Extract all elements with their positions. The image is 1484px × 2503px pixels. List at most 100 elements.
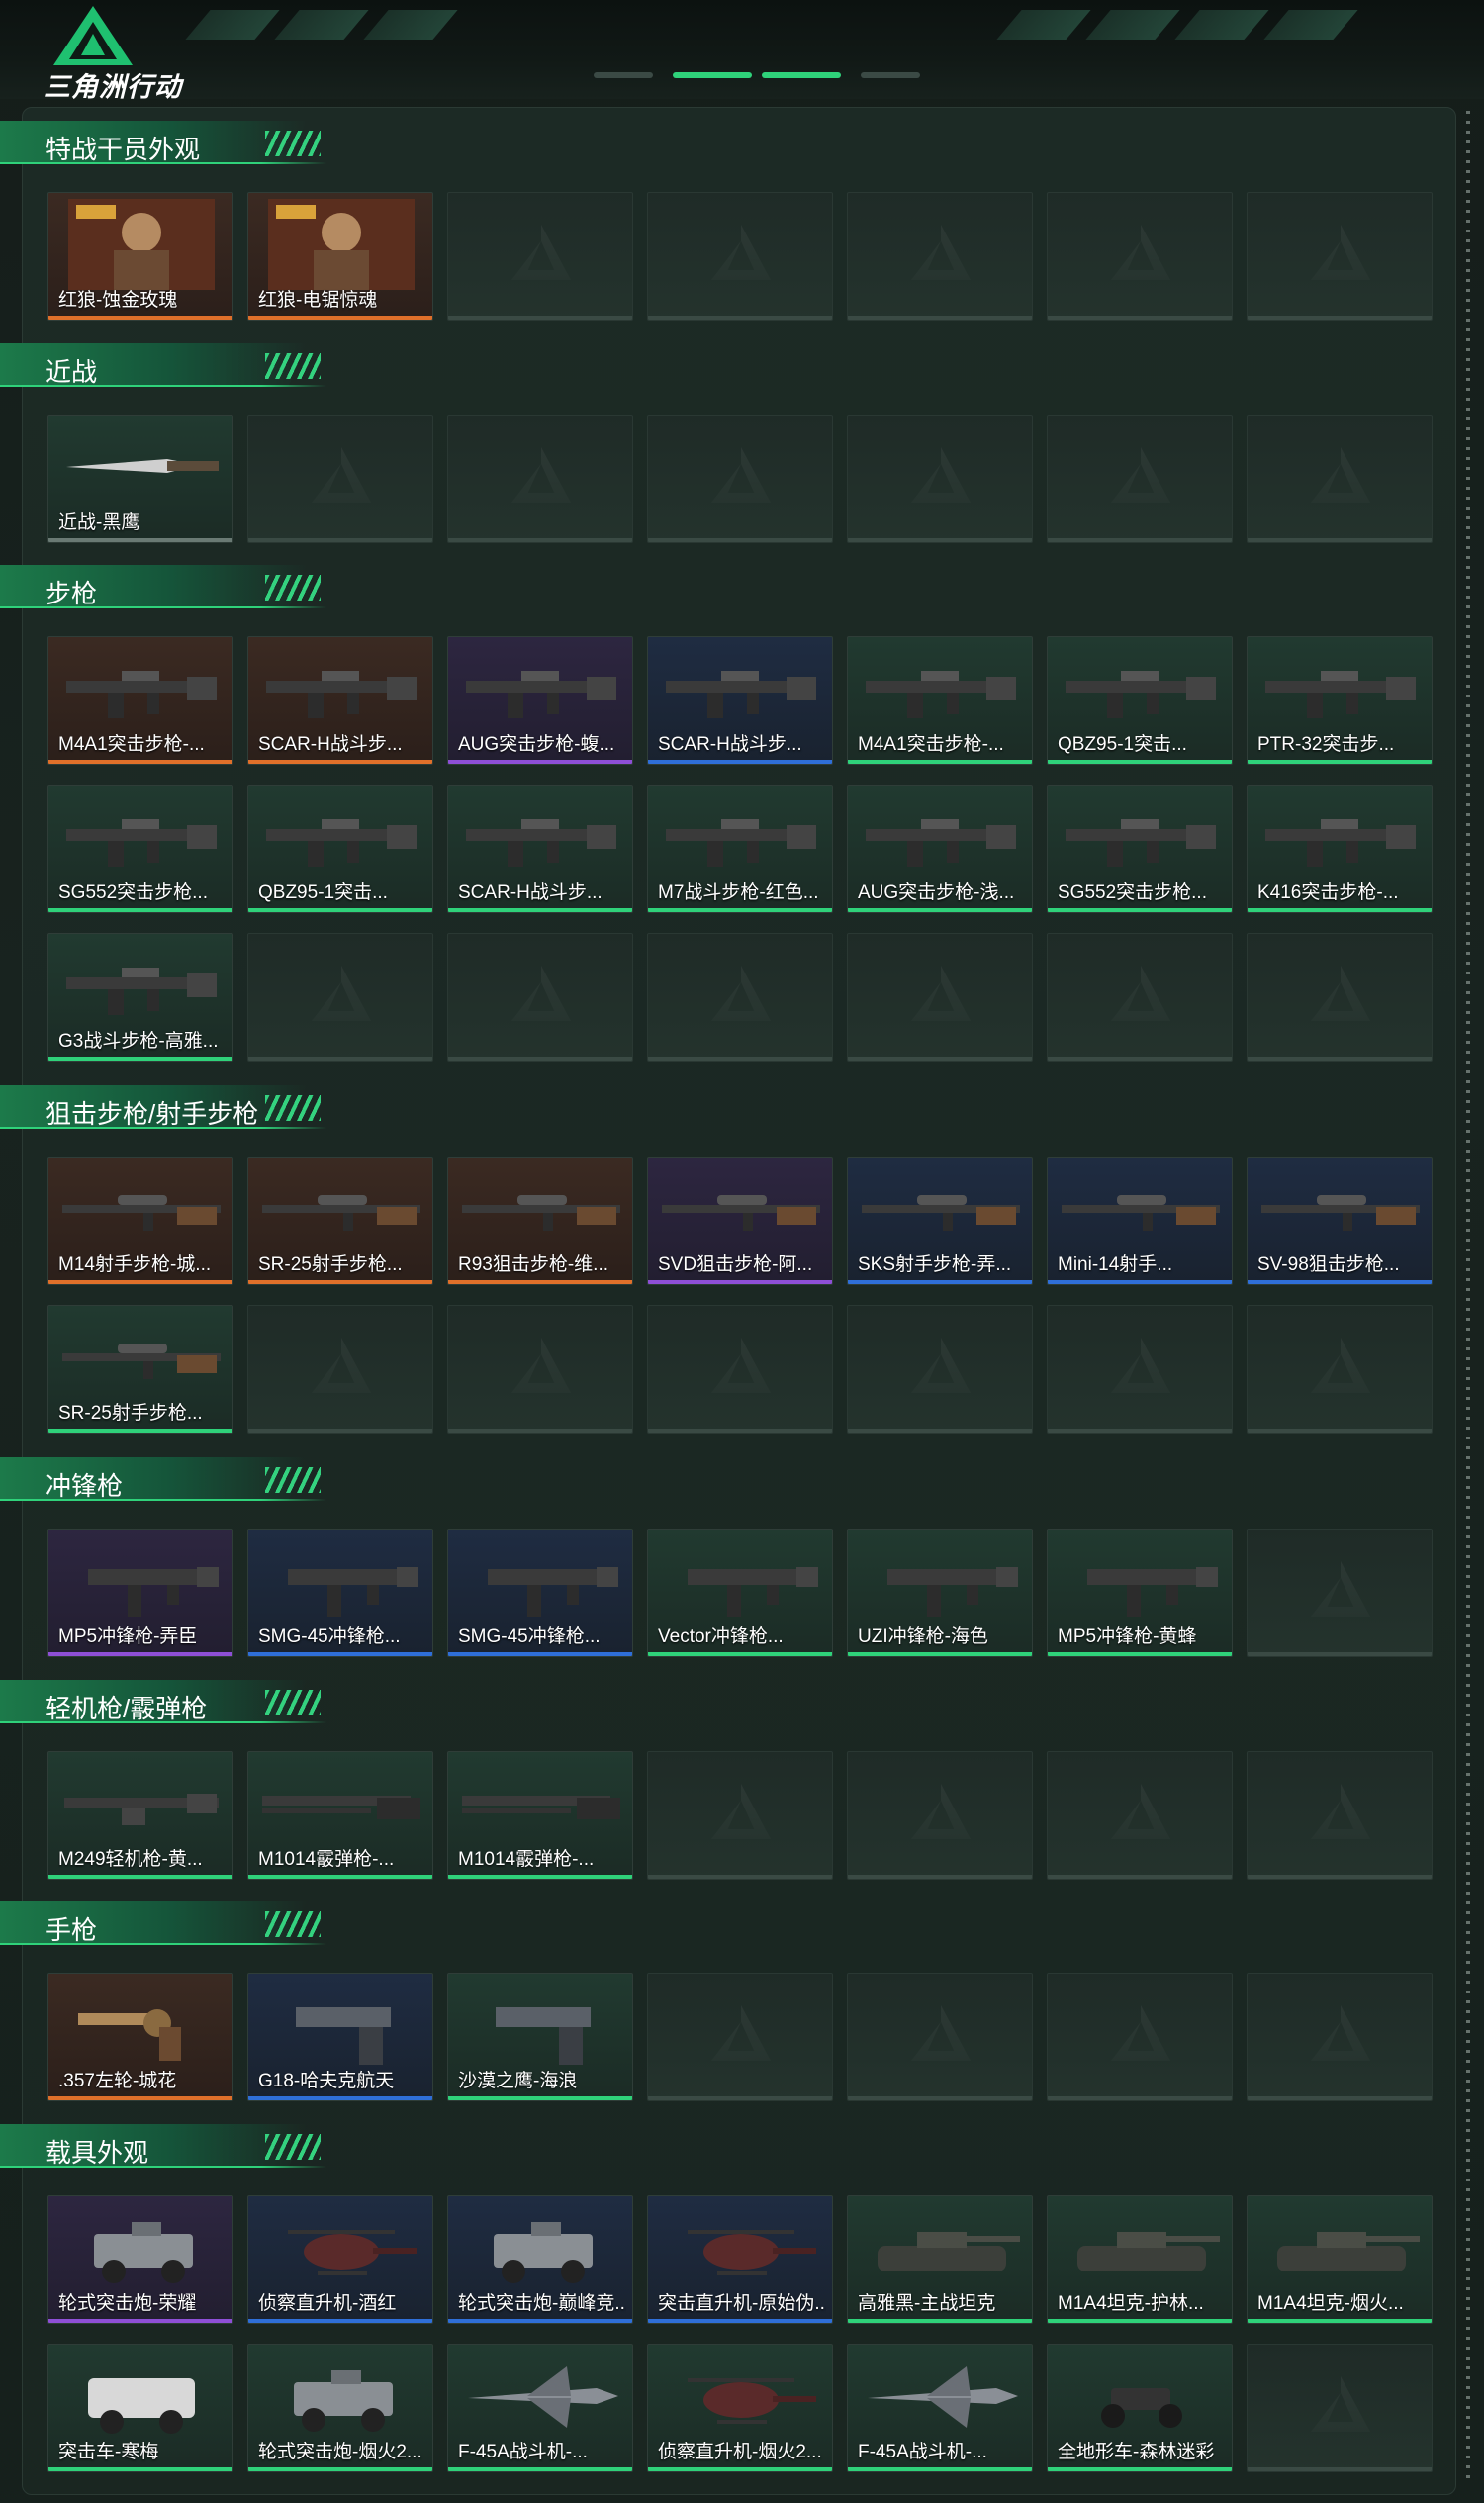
- sniper-rifle-icon: [462, 1195, 620, 1231]
- item-card[interactable]: 轮式突击炮-荣耀: [47, 2195, 233, 2324]
- item-card[interactable]: 突击直升机-原始伪...: [647, 2195, 833, 2324]
- item-label: G3战斗步枪-高雅...: [58, 1031, 219, 1052]
- item-card[interactable]: SCAR-H战斗步...: [447, 785, 633, 913]
- item-card[interactable]: Mini-14射手...: [1047, 1157, 1233, 1285]
- rarity-bar: [648, 2467, 832, 2471]
- rarity-bar: [648, 760, 832, 764]
- item-label: M7战斗步枪-红色...: [658, 882, 819, 903]
- item-card[interactable]: M4A1突击步枪-...: [47, 636, 233, 765]
- item-card[interactable]: SG552突击步枪...: [47, 785, 233, 913]
- item-card[interactable]: 侦察直升机-烟火2...: [647, 2344, 833, 2472]
- item-card[interactable]: M4A1突击步枪-...: [847, 636, 1033, 765]
- item-card[interactable]: 轮式突击炮-巅峰竞...: [447, 2195, 633, 2324]
- sniper-rifle-icon: [1062, 1195, 1220, 1231]
- empty-slot: [447, 192, 633, 321]
- item-card[interactable]: SKS射手步枪-弄...: [847, 1157, 1033, 1285]
- rarity-bar: [248, 1875, 432, 1879]
- item-card[interactable]: 全地形车-森林迷彩: [1047, 2344, 1233, 2472]
- rifle-icon: [666, 819, 816, 867]
- helicopter-icon: [288, 2230, 417, 2275]
- item-card[interactable]: AUG突击步枪-蝮...: [447, 636, 633, 765]
- empty-slot: [1047, 1751, 1233, 1880]
- rarity-bar: [48, 2096, 232, 2100]
- rarity-bar: [448, 908, 632, 912]
- item-card[interactable]: M249轻机枪-黄...: [47, 1751, 233, 1880]
- item-card[interactable]: F-45A战斗机-...: [847, 2344, 1033, 2472]
- rarity-bar: [48, 1429, 232, 1433]
- empty-slot: [847, 192, 1033, 321]
- item-card[interactable]: SR-25射手步枪...: [47, 1305, 233, 1434]
- item-card[interactable]: SCAR-H战斗步...: [247, 636, 433, 765]
- item-card[interactable]: G3战斗步枪-高雅...: [47, 933, 233, 1062]
- rarity-bar: [48, 760, 232, 764]
- rarity-bar: [48, 1057, 232, 1061]
- rarity-bar: [848, 1652, 1032, 1656]
- tank-icon: [878, 2232, 1020, 2271]
- item-card[interactable]: 突击车-寒梅: [47, 2344, 233, 2472]
- sniper-rifle-icon: [62, 1195, 221, 1231]
- item-card[interactable]: QBZ95-1突击...: [1047, 636, 1233, 765]
- item-card[interactable]: PTR-32突击步...: [1247, 636, 1433, 765]
- item-card[interactable]: SMG-45冲锋枪...: [447, 1529, 633, 1657]
- sniper-rifle-icon: [62, 1344, 221, 1379]
- item-card[interactable]: M7战斗步枪-红色...: [647, 785, 833, 913]
- banner-stripe: [996, 10, 1091, 40]
- item-card[interactable]: SV-98狙击步枪...: [1247, 1157, 1433, 1285]
- helicopter-icon: [688, 2378, 816, 2424]
- item-card[interactable]: 红狼-电锯惊魂: [247, 192, 433, 321]
- empty-slot: [647, 192, 833, 321]
- item-card[interactable]: Vector冲锋枪...: [647, 1529, 833, 1657]
- item-card[interactable]: M14射手步枪-城...: [47, 1157, 233, 1285]
- item-card[interactable]: M1A4坦克-烟火...: [1247, 2195, 1433, 2324]
- item-label: F-45A战斗机-...: [458, 2442, 588, 2462]
- empty-slot: [847, 933, 1033, 1062]
- rarity-bar: [848, 1280, 1032, 1284]
- empty-slot: [447, 933, 633, 1062]
- item-card[interactable]: M1014霰弹枪-...: [447, 1751, 633, 1880]
- rarity-bar: [448, 760, 632, 764]
- item-card[interactable]: M1A4坦克-护林...: [1047, 2195, 1233, 2324]
- smg-icon: [887, 1567, 1018, 1617]
- section-title: 特战干员外观: [46, 135, 201, 164]
- item-card[interactable]: 近战-黑鹰: [47, 415, 233, 543]
- item-card[interactable]: SMG-45冲锋枪...: [247, 1529, 433, 1657]
- item-card[interactable]: M1014霰弹枪-...: [247, 1751, 433, 1880]
- banner-stripe: [1085, 10, 1180, 40]
- rarity-bar: [848, 2319, 1032, 2323]
- scrollbar[interactable]: [1466, 111, 1470, 2485]
- section-header: 轻机枪/霰弹枪: [0, 1680, 326, 1723]
- item-card[interactable]: 高雅黑-主战坦克: [847, 2195, 1033, 2324]
- item-card[interactable]: 侦察直升机-酒红: [247, 2195, 433, 2324]
- item-card[interactable]: K416突击步枪-...: [1247, 785, 1433, 913]
- rarity-bar: [48, 2319, 232, 2323]
- item-card[interactable]: 轮式突击炮-烟火2...: [247, 2344, 433, 2472]
- item-label: QBZ95-1突击...: [1058, 734, 1187, 755]
- item-card[interactable]: AUG突击步枪-浅...: [847, 785, 1033, 913]
- item-card[interactable]: F-45A战斗机-...: [447, 2344, 633, 2472]
- item-label: MP5冲锋枪-黄蜂: [1058, 1626, 1197, 1647]
- item-card[interactable]: SG552突击步枪...: [1047, 785, 1233, 913]
- banner-stripe: [1174, 10, 1269, 40]
- item-card[interactable]: QBZ95-1突击...: [247, 785, 433, 913]
- rifle-icon: [266, 819, 417, 867]
- item-card[interactable]: .357左轮-城花: [47, 1973, 233, 2101]
- item-card[interactable]: MP5冲锋枪-弄臣: [47, 1529, 233, 1657]
- item-card[interactable]: SVD狙击步枪-阿...: [647, 1157, 833, 1285]
- item-label: AUG突击步枪-蝮...: [458, 734, 615, 755]
- item-card[interactable]: UZI冲锋枪-海色: [847, 1529, 1033, 1657]
- item-card[interactable]: G18-哈夫克航天: [247, 1973, 433, 2101]
- item-card[interactable]: SR-25射手步枪...: [247, 1157, 433, 1285]
- section-header: 近战: [0, 343, 326, 387]
- empty-slot: [1047, 1305, 1233, 1434]
- item-card[interactable]: SCAR-H战斗步...: [647, 636, 833, 765]
- item-card[interactable]: MP5冲锋枪-黄蜂: [1047, 1529, 1233, 1657]
- item-label: SG552突击步枪...: [1058, 882, 1207, 903]
- item-card[interactable]: 沙漠之鹰-海浪: [447, 1973, 633, 2101]
- item-card[interactable]: R93狙击步枪-维...: [447, 1157, 633, 1285]
- smg-icon: [88, 1567, 219, 1617]
- rarity-bar: [48, 908, 232, 912]
- tank-icon: [1277, 2232, 1420, 2271]
- item-label: SVD狙击步枪-阿...: [658, 1254, 813, 1275]
- empty-slot: [447, 1305, 633, 1434]
- item-card[interactable]: 红狼-蚀金玫瑰: [47, 192, 233, 321]
